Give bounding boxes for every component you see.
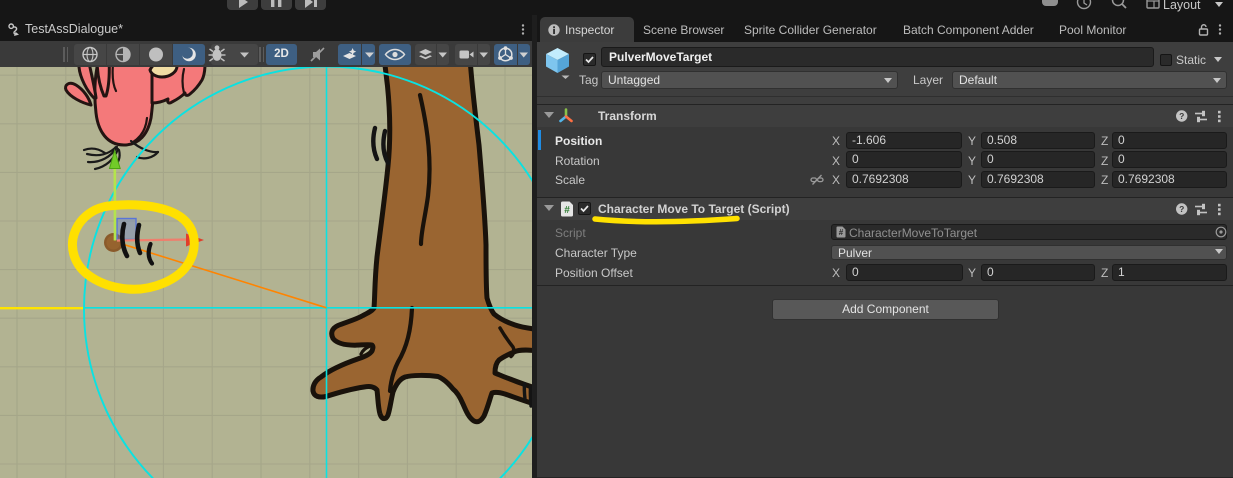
svg-text:#: #: [839, 228, 844, 237]
svg-text:?: ?: [1179, 204, 1184, 214]
svg-text:#: #: [564, 205, 570, 216]
svg-text:?: ?: [1179, 111, 1184, 121]
